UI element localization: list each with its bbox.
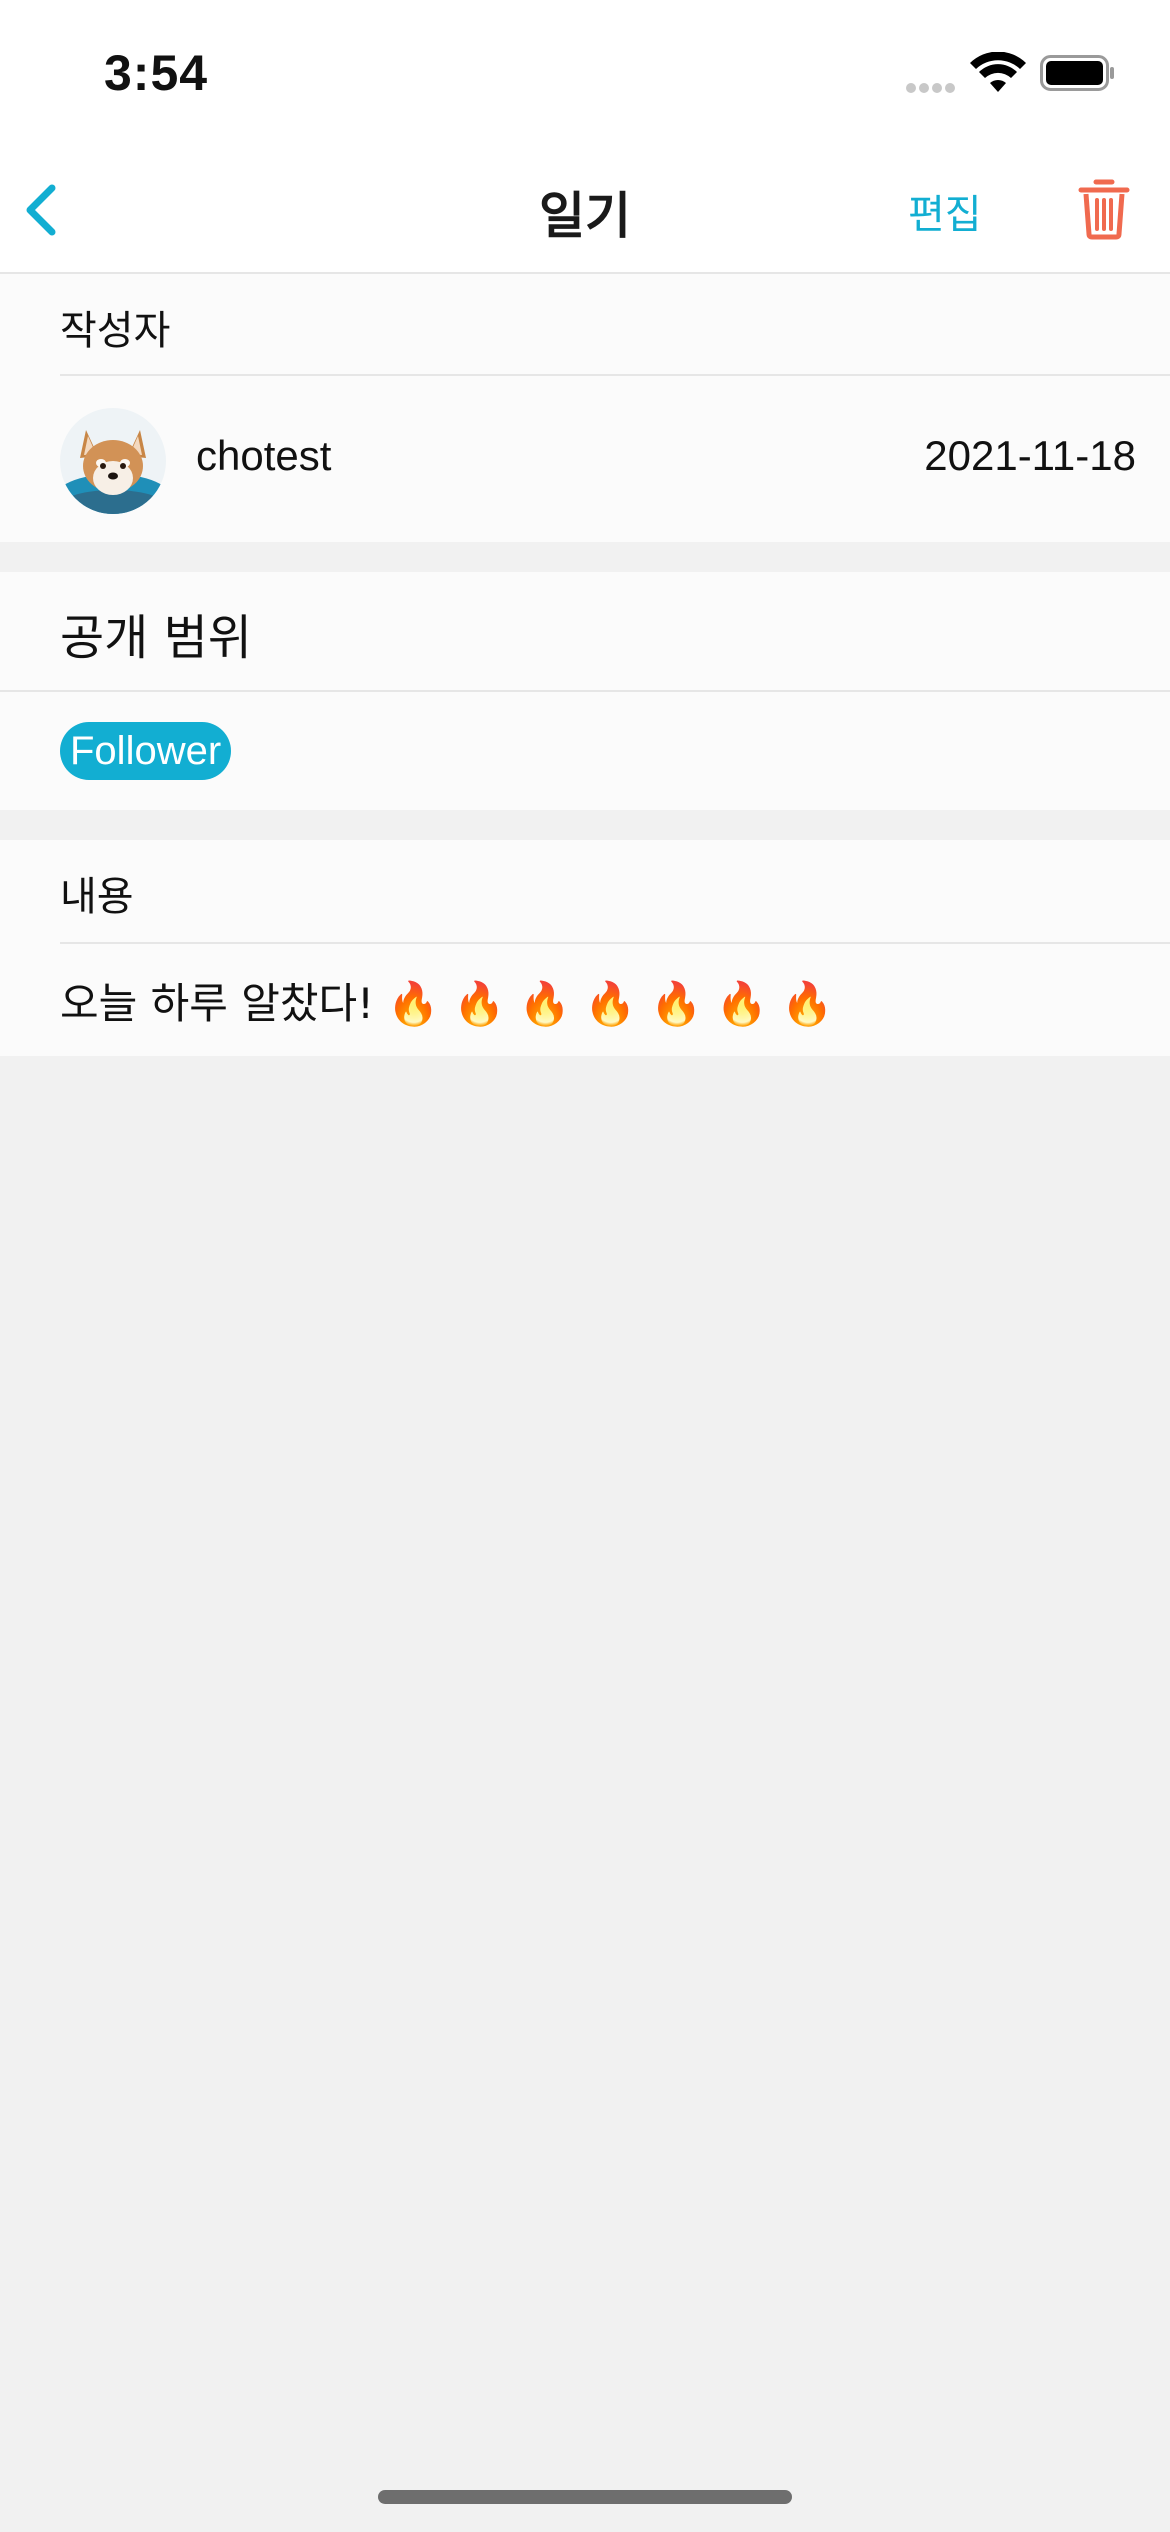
content-label: 내용 (60, 874, 134, 920)
visibility-section: 공개 범위 Follower (0, 572, 1170, 810)
wifi-icon (970, 52, 1026, 92)
status-bar: 3:54 (0, 0, 1170, 150)
avatar[interactable] (60, 408, 166, 514)
divider (0, 690, 1170, 692)
home-indicator[interactable] (378, 2490, 792, 2504)
shiba-dog-avatar-icon (60, 408, 166, 514)
post-date: 2021-11-18 (924, 432, 1136, 479)
visibility-badge: Follower (60, 722, 232, 780)
status-time: 3:54 (104, 45, 209, 101)
divider (60, 374, 1170, 376)
diary-content-text: 오늘 하루 알찼다! 🔥 🔥 🔥 🔥 🔥 🔥 🔥 (60, 979, 834, 1028)
author-label: 작성자 (60, 308, 171, 354)
visibility-label: 공개 범위 (60, 610, 252, 666)
cellular-signal-icon (906, 80, 958, 93)
author-name[interactable]: chotest (196, 432, 331, 480)
page-title: 일기 (539, 187, 631, 245)
author-section: 작성자 chotest 2021-11-18 (0, 274, 1170, 542)
trash-icon[interactable] (1078, 176, 1130, 240)
battery-icon (1040, 55, 1114, 91)
navigation-bar: 일기 편집 (0, 150, 1170, 274)
diary-detail-screen: 3:54 일기 편집 작성자 chotest 2021-11-18 공개 범위 … (0, 0, 1170, 2532)
content-section: 내용 오늘 하루 알찼다! 🔥 🔥 🔥 🔥 🔥 🔥 🔥 (0, 840, 1170, 1056)
edit-button[interactable]: 편집 (908, 182, 982, 240)
divider (60, 942, 1170, 944)
